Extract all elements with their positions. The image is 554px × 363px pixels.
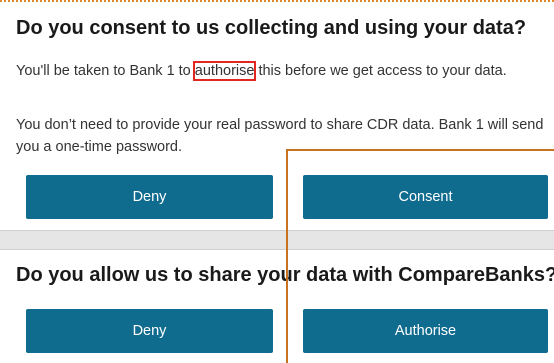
authorise-button[interactable]: Authorise (303, 309, 548, 353)
authorise-highlighted-word: authorise (192, 61, 257, 81)
consent-heading: Do you consent to us collecting and usin… (16, 17, 527, 39)
deny-consent-button[interactable]: Deny (26, 175, 273, 219)
password-notice: You don’t need to provide your real pass… (16, 117, 544, 155)
redirect-notice-text-end: this before we get access to your data. (254, 63, 507, 79)
redirect-notice: You'll be taken to Bank 1 to authorise t… (16, 60, 544, 82)
consent-button[interactable]: Consent (303, 175, 548, 219)
deny-share-button[interactable]: Deny (26, 309, 273, 353)
redirect-notice-text-start: You'll be taken to Bank 1 to (16, 63, 195, 79)
consent-section: Do you consent to us collecting and usin… (0, 2, 554, 230)
section-divider (0, 230, 554, 250)
share-heading: Do you allow us to share your data with … (16, 264, 554, 286)
share-section: Do you allow us to share your data with … (0, 250, 554, 363)
overlay-line-vertical (286, 149, 288, 363)
overlay-line-horizontal (286, 149, 554, 151)
